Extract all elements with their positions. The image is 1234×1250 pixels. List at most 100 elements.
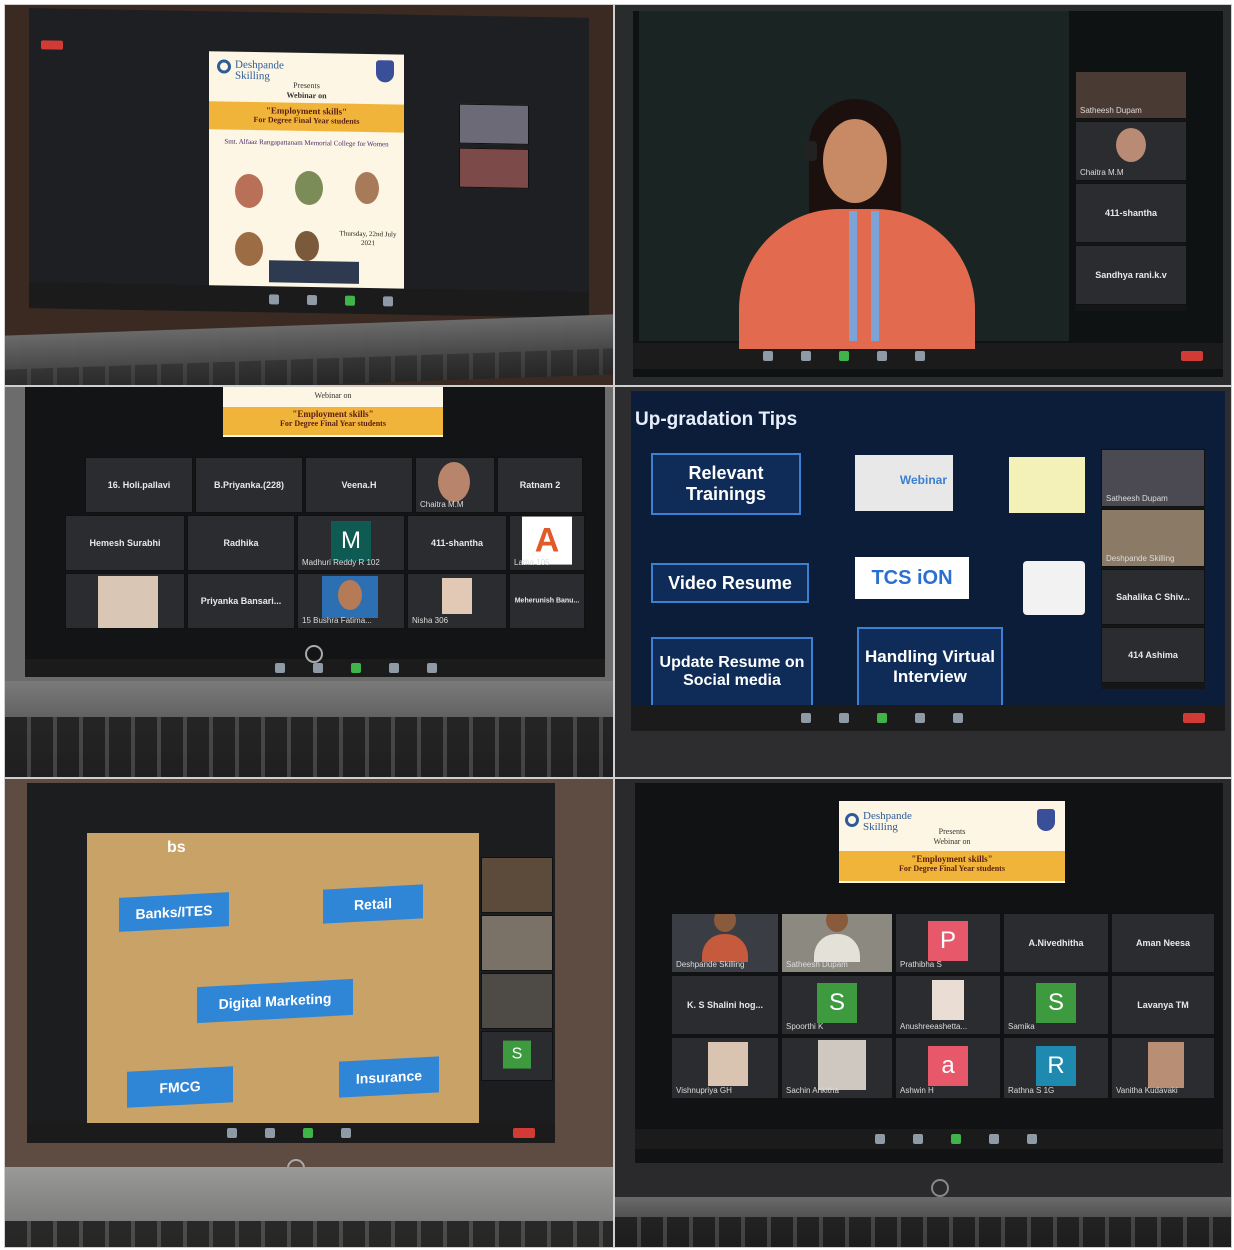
reactions-icon[interactable] <box>915 351 925 361</box>
participant-tile: M Madhuri Reddy R 102 <box>297 515 405 571</box>
chat-icon[interactable] <box>307 294 317 306</box>
participant-tile: Deshpande Skilling <box>1101 509 1205 567</box>
poster-title-band: "Employment skills" For Degree Final Yea… <box>223 407 443 435</box>
laptop-screen: bs Banks/ITES Retail Digital Marketing F… <box>27 783 555 1143</box>
share-screen-icon[interactable] <box>303 1128 313 1138</box>
video-sidebar <box>459 103 529 195</box>
participant-name: Priyanka Bansari... <box>200 596 282 606</box>
participant-tile <box>65 573 185 629</box>
participant-tile: B.Priyanka.(228) <box>195 457 303 513</box>
participant-name: K. S Shalini hog... <box>686 1000 763 1010</box>
tip-relevant-trainings: Relevant Trainings <box>651 453 801 515</box>
end-meeting-button[interactable] <box>1183 713 1205 723</box>
participant-caption: Anushreeashetta... <box>900 1022 968 1031</box>
slide-heading: Up-gradation Tips <box>635 409 798 430</box>
participant-tile: Lavanya TM <box>1111 975 1215 1035</box>
participants-icon[interactable] <box>763 351 773 361</box>
record-icon[interactable] <box>915 713 925 723</box>
college-crest-icon <box>376 60 394 83</box>
avatar <box>1148 1042 1184 1088</box>
participant-tile: 411-shantha <box>1075 183 1187 243</box>
avatar <box>438 462 470 502</box>
panel-gallery-poster: Deshpande Skilling Presents Webinar on "… <box>614 778 1232 1248</box>
participant-tile: Ratnam 2 <box>497 457 583 513</box>
panel-upgradation-tips: Up-gradation Tips Relevant Trainings Web… <box>614 386 1232 778</box>
deshpande-logo-icon <box>845 813 859 827</box>
poster-subtitle: For Degree Final Year students <box>280 419 386 428</box>
share-screen-icon[interactable] <box>951 1134 961 1144</box>
participant-tile: Veena.H <box>305 457 413 513</box>
participant-tile: S Samika <box>1003 975 1109 1035</box>
lanyard <box>849 211 857 341</box>
record-icon[interactable] <box>989 1134 999 1144</box>
chat-icon[interactable] <box>839 713 849 723</box>
hp-logo-icon <box>931 1179 949 1197</box>
record-icon[interactable] <box>341 1128 351 1138</box>
laptop-base <box>5 681 613 777</box>
participant-caption: Madhuri Reddy R 102 <box>302 558 380 567</box>
participant-caption: Prathibha S <box>900 960 942 969</box>
laptop-screen: Deshpande Skilling Presents Webinar on "… <box>29 8 589 318</box>
avatar-letter: S <box>1036 983 1076 1023</box>
sector-fmcg: FMCG <box>127 1066 233 1108</box>
reactions-icon[interactable] <box>1027 1134 1037 1144</box>
participant-caption: Samika <box>1008 1022 1035 1031</box>
participants-icon[interactable] <box>275 663 285 673</box>
participant-name: 16. Holi.pallavi <box>107 480 171 490</box>
tip-video-resume: Video Resume <box>651 563 809 603</box>
participants-icon[interactable] <box>269 294 279 305</box>
chat-icon[interactable] <box>265 1128 275 1138</box>
keyboard <box>5 1221 613 1247</box>
reactions-icon[interactable] <box>953 713 963 723</box>
share-screen-icon[interactable] <box>839 351 849 361</box>
participant-tile: Sandhya rani.k.v <box>1075 245 1187 305</box>
presenter-face <box>823 119 887 203</box>
participants-icon[interactable] <box>801 713 811 723</box>
reactions-icon[interactable] <box>427 663 437 673</box>
participant-tile: a Ashwin H <box>895 1037 1001 1099</box>
end-meeting-button[interactable] <box>513 1128 535 1138</box>
headset-icon <box>805 141 817 161</box>
share-screen-icon[interactable] <box>877 713 887 723</box>
poster-org: Smt. Alfaaz Rangapattanam Memorial Colle… <box>224 137 389 149</box>
chat-icon[interactable] <box>313 663 323 673</box>
record-icon[interactable] <box>383 296 393 307</box>
chat-icon[interactable] <box>801 351 811 361</box>
lanyard <box>871 211 879 341</box>
participant-name: B.Priyanka.(228) <box>213 480 285 490</box>
participant-name: 411-shantha <box>1104 208 1158 218</box>
avatar-letter: R <box>1036 1046 1076 1086</box>
end-meeting-button[interactable] <box>1181 351 1203 361</box>
participant-tile: S Spoorthi K <box>781 975 893 1035</box>
life-skills-logo-icon <box>1009 457 1085 513</box>
participant-tile: K. S Shalini hog... <box>671 975 779 1035</box>
avatar-letter: P <box>928 921 968 961</box>
participant-video <box>481 915 553 971</box>
laptop-screen: Satheesh Dupam Chaitra M.M 411-shantha S… <box>633 11 1223 377</box>
participant-tile: Anushreeashetta... <box>895 975 1001 1035</box>
deshpande-logo-icon <box>217 59 231 74</box>
avatar <box>932 980 964 1020</box>
participant-name: Radhika <box>223 538 259 548</box>
participant-caption: Vishnupriya GH <box>676 1086 732 1095</box>
sector-retail: Retail <box>323 884 423 924</box>
slide-heading: bs <box>167 839 186 856</box>
record-icon[interactable] <box>389 663 399 673</box>
laptop-base <box>5 1167 613 1247</box>
share-screen-icon[interactable] <box>345 295 355 306</box>
participant-name: 414 Ashima <box>1128 650 1178 660</box>
avatar <box>818 1040 866 1090</box>
record-icon[interactable] <box>877 351 887 361</box>
participant-tile: Vishnupriya GH <box>671 1037 779 1099</box>
participant-name: Sandhya rani.k.v <box>1095 270 1167 280</box>
chat-icon[interactable] <box>913 1134 923 1144</box>
zoom-toolbar <box>631 705 1225 731</box>
notification-popup <box>269 260 359 284</box>
sector-slide: bs Banks/ITES Retail Digital Marketing F… <box>87 833 479 1125</box>
participant-tile: Vanitha Kudavaki <box>1111 1037 1215 1099</box>
participant-name: A.Nivedhitha <box>1028 938 1084 948</box>
participants-icon[interactable] <box>875 1134 885 1144</box>
share-screen-icon[interactable] <box>351 663 361 673</box>
participant-caption: Ashwin H <box>900 1086 934 1095</box>
participants-icon[interactable] <box>227 1128 237 1138</box>
